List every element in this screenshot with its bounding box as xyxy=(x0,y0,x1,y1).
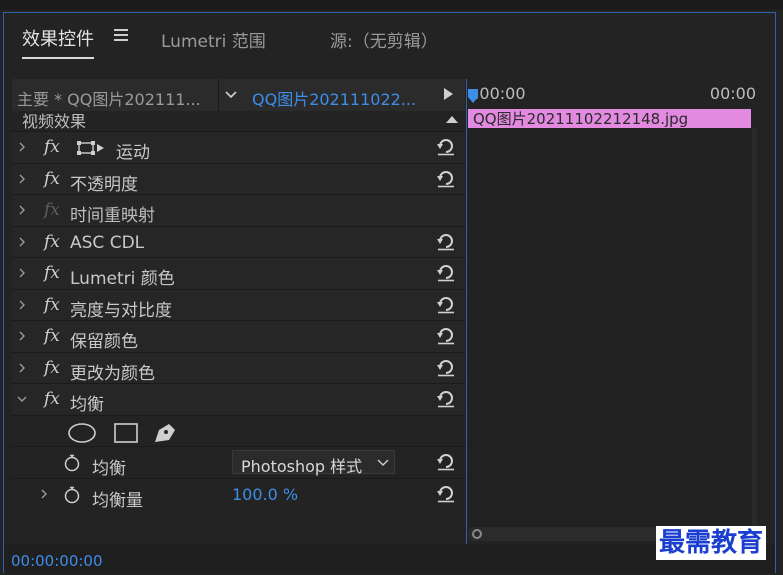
stopwatch-icon[interactable] xyxy=(64,454,80,472)
chevron-right-icon[interactable] xyxy=(17,174,27,184)
equalize-mode-value: Photoshop 样式 xyxy=(241,457,363,476)
reset-icon[interactable] xyxy=(436,170,456,188)
transform-icon[interactable] xyxy=(77,141,105,155)
equalize-mode-row: 均衡 Photoshop 样式 xyxy=(12,446,465,479)
video-effects-header: 视频效果 xyxy=(12,111,465,131)
clip-bar-divider xyxy=(218,79,219,111)
fx-toggle-icon[interactable]: fx xyxy=(44,200,60,220)
equalize-amount-value[interactable]: 100.0 % xyxy=(232,485,298,504)
clip-selector-bar: 主要 * QQ图片202111... QQ图片202111022... xyxy=(12,79,465,111)
video-effects-label: 视频效果 xyxy=(22,112,87,131)
tab-lumetri-scopes[interactable]: Lumetri 范围 xyxy=(161,27,266,52)
effect-name: ASC CDL xyxy=(70,232,145,253)
reset-icon[interactable] xyxy=(436,327,456,345)
effect-name: 不透明度 xyxy=(70,174,138,195)
reset-icon[interactable] xyxy=(436,264,456,282)
timeline-divider[interactable] xyxy=(466,79,467,544)
active-tab-underline xyxy=(22,57,94,59)
effect-controls-panel: 效果控件 Lumetri 范围 源:（无剪辑） 主要 * QQ图片202111.… xyxy=(3,12,776,573)
effect-row[interactable]: fx 不透明度 xyxy=(12,162,465,195)
timeline-clip-name: QQ图片20211102212148.jpg xyxy=(473,110,689,128)
fx-toggle-icon[interactable]: fx xyxy=(44,358,60,378)
ruler-start-time: :00:00 xyxy=(474,84,526,103)
effect-name: 保留颜色 xyxy=(70,332,138,352)
fx-toggle-icon[interactable]: fx xyxy=(44,137,60,157)
effect-name: 时间重映射 xyxy=(70,206,155,226)
chevron-right-icon[interactable] xyxy=(17,268,27,278)
effect-row[interactable]: fx ASC CDL xyxy=(12,225,465,257)
reset-icon[interactable] xyxy=(436,138,456,156)
fx-toggle-icon[interactable]: fx xyxy=(44,389,60,409)
ellipse-mask-icon[interactable] xyxy=(68,422,96,443)
equalize-amount-label: 均衡量 xyxy=(92,490,143,511)
effect-row[interactable]: fx 时间重映射 xyxy=(12,194,465,226)
chevron-right-icon[interactable] xyxy=(17,237,27,247)
watermark-logo: 最需教育 xyxy=(656,526,767,560)
chevron-down-icon xyxy=(377,459,389,466)
reset-icon[interactable] xyxy=(436,233,456,251)
timeline-body xyxy=(468,128,751,528)
chevron-right-icon[interactable] xyxy=(17,331,27,341)
effect-row[interactable]: fx Lumetri 颜色 xyxy=(12,257,465,289)
play-only-audio-icon[interactable] xyxy=(444,88,453,100)
master-clip-label[interactable]: 主要 * QQ图片202111... xyxy=(17,86,201,110)
chevron-right-icon[interactable] xyxy=(17,363,27,373)
timeline-clip[interactable]: QQ图片20211102212148.jpg xyxy=(468,109,751,128)
effect-row[interactable]: fx 亮度与对比度 xyxy=(12,288,465,321)
tab-effect-controls-label: 效果控件 xyxy=(22,29,94,50)
stopwatch-icon[interactable] xyxy=(64,486,80,504)
chevron-right-icon[interactable] xyxy=(39,489,49,499)
collapse-up-icon[interactable] xyxy=(446,116,458,123)
effect-name: 亮度与对比度 xyxy=(70,300,172,321)
equalize-amount-row: 均衡量 100.0 % xyxy=(12,477,465,511)
tab-source-label: 源:（无剪辑） xyxy=(330,32,438,52)
mask-tools-row xyxy=(12,414,465,446)
chevron-right-icon[interactable] xyxy=(17,142,27,152)
time-ruler[interactable]: :00:00 00:00 xyxy=(468,79,758,109)
mask-tools xyxy=(68,422,175,443)
effect-row[interactable]: fx 更改为颜色 xyxy=(12,351,465,384)
reset-icon[interactable] xyxy=(436,453,456,471)
effect-name: 均衡 xyxy=(70,395,104,415)
effects-list: 视频效果 fx 运动 fx 不透明度 fx 时间重映射 fx ASC CDL fx Lumetri… xyxy=(12,111,465,511)
equalize-mode-dropdown[interactable]: Photoshop 样式 xyxy=(232,450,395,476)
effect-name: 运动 xyxy=(116,143,150,163)
current-timecode[interactable]: 00:00:00:00 xyxy=(11,552,103,570)
chevron-right-icon[interactable] xyxy=(17,205,27,215)
panel-menu-icon[interactable] xyxy=(114,29,128,41)
timeline-vertical-scrollbar[interactable] xyxy=(752,128,757,528)
fx-toggle-icon[interactable]: fx xyxy=(44,326,60,346)
fx-toggle-icon[interactable]: fx xyxy=(44,295,60,315)
fx-toggle-icon[interactable]: fx xyxy=(44,263,60,283)
tab-source[interactable]: 源:（无剪辑） xyxy=(330,27,438,52)
reset-icon[interactable] xyxy=(436,485,456,503)
reset-icon[interactable] xyxy=(436,390,456,408)
top-strip xyxy=(0,0,783,10)
selected-clip-dropdown[interactable]: QQ图片202111022... xyxy=(252,86,416,110)
fx-toggle-icon[interactable]: fx xyxy=(44,232,60,252)
chevron-right-icon[interactable] xyxy=(17,300,27,310)
equalize-mode-label: 均衡 xyxy=(92,459,126,479)
reset-icon[interactable] xyxy=(436,359,456,377)
chevron-down-icon[interactable] xyxy=(224,88,238,102)
tab-lumetri-scopes-label: Lumetri 范围 xyxy=(161,32,266,52)
playhead-icon[interactable] xyxy=(468,89,478,103)
effect-name: 更改为颜色 xyxy=(70,363,155,384)
zoom-handle[interactable] xyxy=(472,529,482,539)
reset-icon[interactable] xyxy=(436,296,456,314)
ruler-end-time: 00:00 xyxy=(709,84,756,103)
rectangle-mask-icon[interactable] xyxy=(114,422,138,443)
effect-row[interactable]: fx 运动 xyxy=(12,131,465,163)
effect-row[interactable]: fx 保留颜色 xyxy=(12,320,465,352)
panel-tabs: 效果控件 Lumetri 范围 源:（无剪辑） xyxy=(4,13,775,65)
chevron-down-icon[interactable] xyxy=(17,394,27,404)
effect-row[interactable]: fx 均衡 xyxy=(12,383,465,415)
pen-mask-icon[interactable] xyxy=(155,423,175,442)
effect-name: Lumetri 颜色 xyxy=(70,269,175,289)
tab-effect-controls[interactable]: 效果控件 xyxy=(22,25,94,59)
fx-toggle-icon[interactable]: fx xyxy=(44,169,60,189)
